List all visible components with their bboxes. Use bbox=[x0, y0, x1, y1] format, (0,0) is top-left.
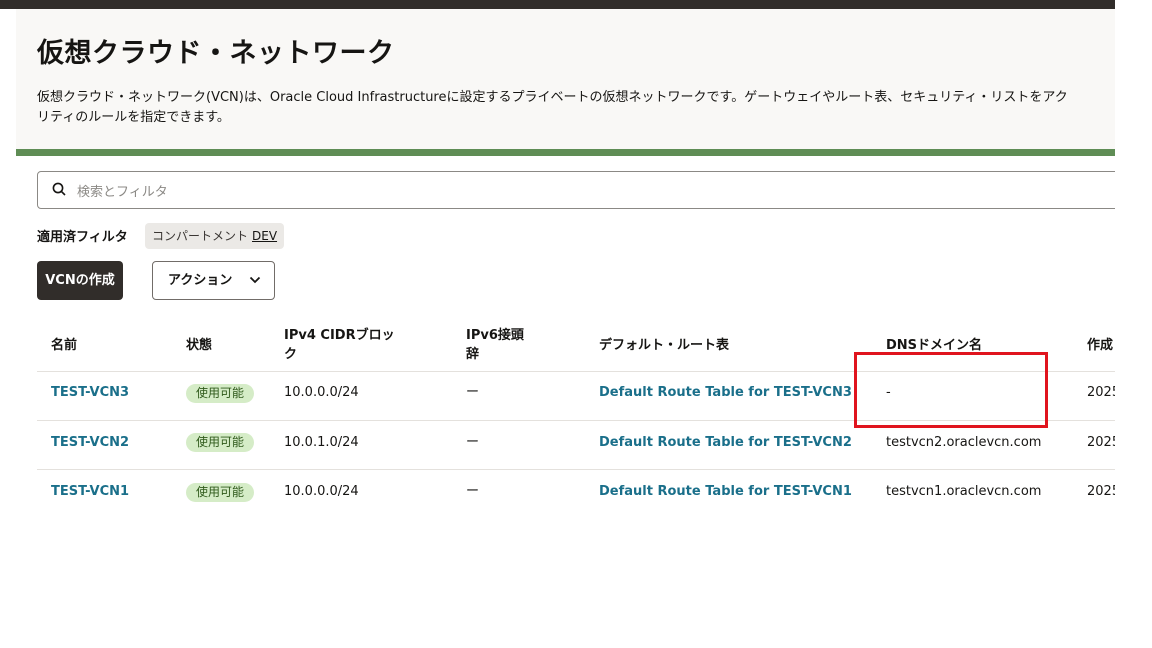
ipv4-cidr: 10.0.1.0/24 bbox=[284, 435, 359, 450]
ipv4-cidr: 10.0.0.0/24 bbox=[284, 484, 359, 499]
ipv6-prefix: ー bbox=[466, 484, 480, 499]
ipv6-prefix: ー bbox=[466, 385, 480, 400]
route-table-link[interactable]: Default Route Table for TEST-VCN3 bbox=[599, 385, 852, 400]
ipv4-cidr: 10.0.0.0/24 bbox=[284, 385, 359, 400]
created-date: 2025 bbox=[1087, 385, 1115, 400]
created-date: 2025 bbox=[1087, 484, 1115, 499]
route-table-link[interactable]: Default Route Table for TEST-VCN2 bbox=[599, 435, 852, 450]
actions-menu-button[interactable]: アクション bbox=[152, 261, 275, 300]
column-header-created[interactable]: 作成 bbox=[1087, 336, 1113, 355]
route-table-link[interactable]: Default Route Table for TEST-VCN1 bbox=[599, 484, 852, 499]
vcn-name-link[interactable]: TEST-VCN2 bbox=[51, 435, 129, 450]
vcn-name-link[interactable]: TEST-VCN1 bbox=[51, 484, 129, 499]
compartment-filter-chip[interactable]: コンパートメント DEV bbox=[145, 223, 285, 249]
applied-filters-label: 適用済フィルタ bbox=[37, 230, 128, 245]
page-description-line: 仮想クラウド・ネットワーク(VCN)は、Oracle Cloud Infrast… bbox=[37, 90, 1068, 105]
page-content: 仮想クラウド・ネットワーク 仮想クラウド・ネットワーク(VCN)は、Oracle… bbox=[16, 9, 1115, 517]
status-badge: 使用可能 bbox=[186, 433, 255, 452]
column-header-ipv6[interactable]: IPv6接頭 辞 bbox=[466, 326, 524, 364]
column-header-route-table[interactable]: デフォルト・ルート表 bbox=[599, 336, 729, 355]
top-app-bar bbox=[0, 0, 1115, 9]
status-badge: 使用可能 bbox=[186, 384, 255, 403]
column-header-ipv6-line: 辞 bbox=[466, 347, 480, 362]
page-title: 仮想クラウド・ネットワーク bbox=[37, 38, 395, 69]
status-badge: 使用可能 bbox=[186, 483, 255, 502]
page-description: 仮想クラウド・ネットワーク(VCN)は、Oracle Cloud Infrast… bbox=[37, 88, 1115, 128]
highlight-annotation-box bbox=[854, 352, 1048, 428]
column-header-ipv4-line: ク bbox=[284, 347, 298, 362]
row-divider bbox=[37, 469, 1115, 470]
page-description-line: リティのルールを指定できます。 bbox=[37, 110, 230, 125]
search-icon bbox=[52, 182, 66, 196]
search-filter-input[interactable]: 検索とフィルタ bbox=[37, 171, 1115, 209]
page-header: 仮想クラウド・ネットワーク 仮想クラウド・ネットワーク(VCN)は、Oracle… bbox=[16, 9, 1115, 149]
decorative-banner bbox=[16, 149, 1115, 156]
chip-key: コンパートメント bbox=[152, 229, 249, 243]
column-header-name[interactable]: 名前 bbox=[51, 336, 77, 355]
column-header-ipv4-line: IPv4 CIDRブロッ bbox=[284, 328, 395, 343]
actions-label: アクション bbox=[168, 273, 233, 288]
column-header-ipv6-line: IPv6接頭 bbox=[466, 328, 524, 343]
dns-domain: testvcn2.oraclevcn.com bbox=[886, 435, 1042, 450]
search-placeholder: 検索とフィルタ bbox=[77, 185, 168, 200]
dns-domain: testvcn1.oraclevcn.com bbox=[886, 484, 1042, 499]
created-date: 2025 bbox=[1087, 435, 1115, 450]
chip-value-link[interactable]: DEV bbox=[252, 229, 277, 243]
ipv6-prefix: ー bbox=[466, 435, 480, 450]
create-vcn-button[interactable]: VCNの作成 bbox=[37, 261, 123, 300]
vcn-name-link[interactable]: TEST-VCN3 bbox=[51, 385, 129, 400]
chevron-down-icon bbox=[249, 276, 261, 284]
column-header-ipv4[interactable]: IPv4 CIDRブロッ ク bbox=[284, 326, 395, 364]
column-header-state[interactable]: 状態 bbox=[186, 336, 212, 355]
